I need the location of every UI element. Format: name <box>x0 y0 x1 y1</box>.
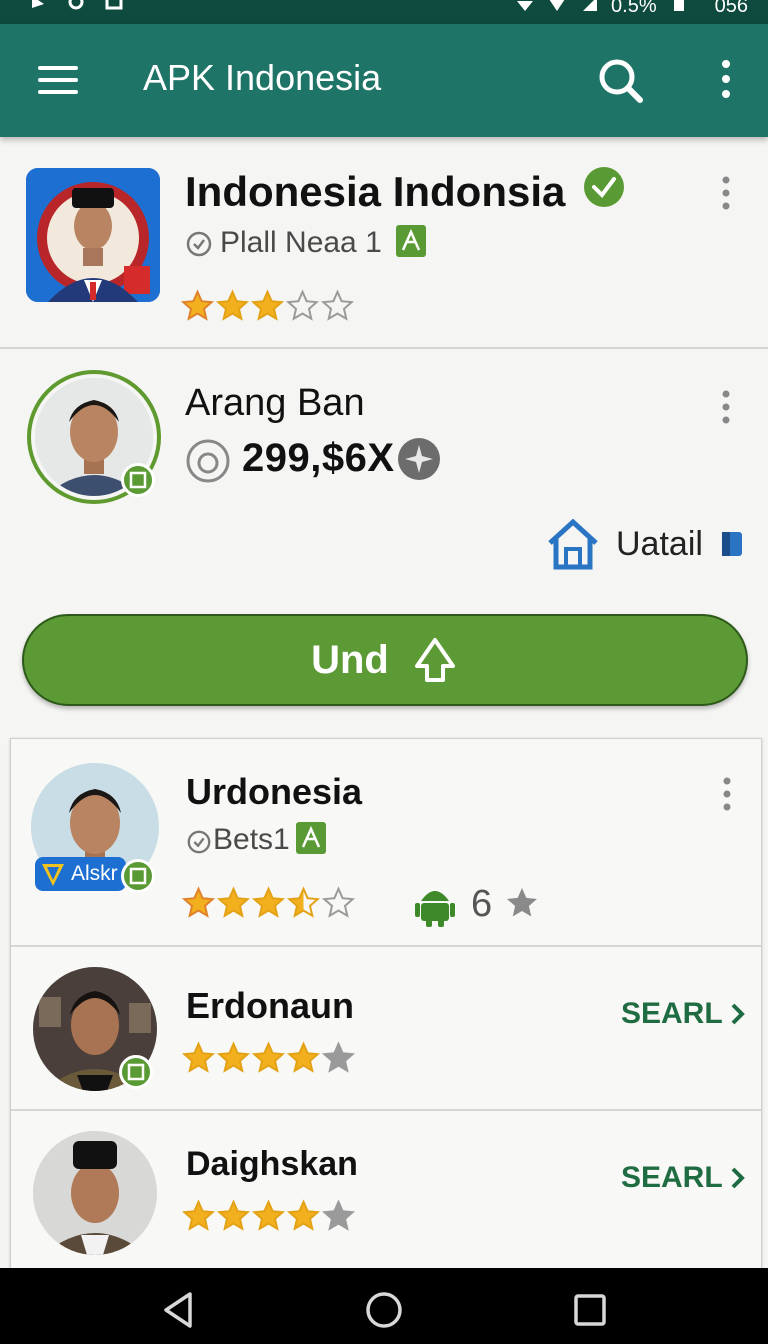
star-icon <box>251 1199 286 1231</box>
edit-badge-icon <box>121 463 155 497</box>
list-item-name[interactable]: Daighskan <box>186 1145 358 1184</box>
list-item-name[interactable]: Urdonesia <box>186 771 362 813</box>
edit-badge-icon <box>121 859 155 893</box>
upload-icon <box>414 638 455 682</box>
install-button[interactable]: Und <box>22 614 748 706</box>
list-item-subtitle: Bets1 <box>213 823 290 856</box>
bookmark-icon <box>721 532 742 556</box>
search-link-label: SEARL <box>621 1161 723 1194</box>
search-link[interactable]: SEARL <box>621 1161 747 1195</box>
shield-icon <box>42 864 64 886</box>
sync-icon <box>68 0 84 10</box>
verified-icon <box>584 167 624 207</box>
download-count-icon <box>186 439 230 483</box>
list-tag: Alskr <box>35 857 126 891</box>
star-icon <box>321 886 356 918</box>
app-icon[interactable] <box>26 168 160 302</box>
search-icon[interactable] <box>592 52 650 110</box>
search-link[interactable]: SEARL <box>621 997 747 1031</box>
sparkle-icon <box>398 438 440 480</box>
developer-count: 299,$6X <box>242 436 395 480</box>
install-button-label: Und <box>311 637 389 682</box>
app-title: APK Indonesia <box>143 57 382 98</box>
list-item-extra-count: 6 <box>471 883 493 925</box>
featured-app-subtitle: Plall Neaa 1 <box>220 226 382 259</box>
signal-icon <box>550 0 565 11</box>
android-icon <box>415 891 455 927</box>
tag-icon <box>396 225 426 257</box>
chevron-right-icon <box>731 1003 745 1025</box>
developer-more-icon[interactable] <box>718 388 734 428</box>
star-icon <box>216 1199 251 1231</box>
more-vert-icon[interactable] <box>706 54 746 108</box>
battery-percent: 0.5% <box>611 0 657 17</box>
featured-rating <box>180 289 355 323</box>
star-icon <box>180 289 215 321</box>
star-icon <box>320 289 355 321</box>
star-icon <box>285 289 320 321</box>
app-list: Alskr Urdonesia Bets1 6 Erdonaun SEARL D… <box>10 738 762 1278</box>
list-item-rating <box>181 1041 356 1075</box>
star-icon <box>181 1041 216 1073</box>
star-icon <box>251 1041 286 1073</box>
list-item-rating <box>181 1199 356 1233</box>
tag-icon <box>296 822 326 854</box>
location-icon <box>32 0 44 8</box>
check-circle-icon <box>186 231 212 257</box>
chevron-right-icon <box>731 1167 745 1189</box>
developer-name[interactable]: Arang Ban <box>185 382 365 425</box>
divider <box>11 1109 761 1111</box>
cell-icon <box>583 0 598 11</box>
home-icon <box>548 518 598 570</box>
list-item-name[interactable]: Erdonaun <box>186 985 354 1027</box>
home-nav-icon[interactable] <box>364 1290 404 1330</box>
featured-app-name[interactable]: Indonesia Indonsia <box>185 168 565 216</box>
star-icon <box>286 886 321 918</box>
wifi-icon <box>517 0 534 11</box>
back-icon[interactable] <box>158 1290 198 1330</box>
star-icon <box>181 1199 216 1231</box>
star-icon <box>181 886 216 918</box>
featured-more-icon[interactable] <box>718 174 734 214</box>
screenshot-icon <box>105 0 123 10</box>
clock: 056 <box>714 0 748 17</box>
edit-badge-icon <box>119 1055 153 1089</box>
star-icon <box>286 1041 321 1073</box>
star-icon <box>321 1199 356 1231</box>
list-item-more-icon[interactable] <box>719 775 735 815</box>
recents-icon[interactable] <box>570 1290 610 1330</box>
star-icon <box>250 289 285 321</box>
list-avatar[interactable] <box>33 1131 157 1255</box>
star-icon <box>216 1041 251 1073</box>
star-icon <box>286 1199 321 1231</box>
navigation-bar <box>0 1268 768 1344</box>
menu-icon[interactable] <box>30 56 86 104</box>
detail-link[interactable]: Uatail <box>546 516 745 572</box>
search-link-label: SEARL <box>621 997 723 1030</box>
star-icon <box>507 888 537 917</box>
app-bar: APK Indonesia <box>0 24 768 137</box>
detail-label: Uatail <box>616 524 703 563</box>
divider <box>0 347 768 349</box>
star-icon <box>321 1041 356 1073</box>
check-circle-icon <box>187 830 211 854</box>
battery-icon <box>673 0 684 11</box>
status-bar: 0.5% 056 <box>0 0 768 24</box>
star-icon <box>216 886 251 918</box>
divider <box>11 945 761 947</box>
star-icon <box>215 289 250 321</box>
list-item-rating <box>181 886 356 920</box>
star-icon <box>251 886 286 918</box>
